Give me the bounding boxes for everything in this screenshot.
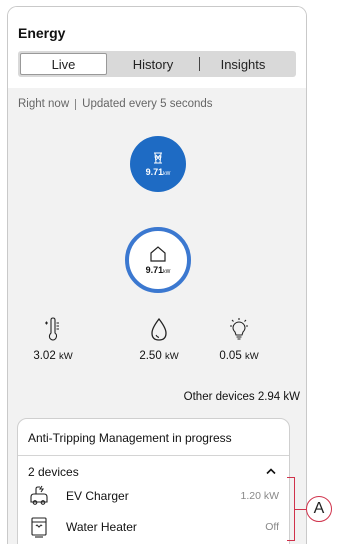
home-value: 9.71kW: [146, 265, 171, 275]
home-icon: [150, 246, 166, 262]
water-heater-icon: [28, 516, 50, 538]
heating-value: 3.02: [33, 350, 56, 362]
header: Energy Live History Insights: [8, 7, 306, 87]
lighting-value: 0.05: [219, 350, 242, 362]
solar-production-node[interactable]: 9.71kW: [130, 136, 186, 192]
status-line: Right now Updated every 5 seconds: [18, 98, 213, 110]
tab-history[interactable]: History: [107, 53, 199, 75]
callout-marker: A: [306, 496, 332, 522]
chevron-up-icon[interactable]: [265, 466, 277, 478]
device-count: 2 devices: [28, 465, 79, 479]
home-value-number: 9.71: [145, 265, 164, 275]
item-reading: Off: [265, 521, 279, 533]
category-lighting[interactable]: 0.05 kW: [204, 316, 274, 362]
home-consumption-node[interactable]: 9.71kW: [125, 227, 191, 293]
anti-tripping-card[interactable]: Anti-Tripping Management in progress 2 d…: [17, 418, 290, 544]
device-count-row[interactable]: 2 devices: [28, 465, 279, 479]
item-name: Water Heater: [66, 520, 137, 534]
list-item-ev-charger[interactable]: EV Charger 1.20 kW: [28, 482, 279, 510]
lighting-reading: 0.05 kW: [219, 350, 258, 362]
list-item-water-heater[interactable]: Water Heater Off: [28, 513, 279, 541]
tab-insights[interactable]: Insights: [200, 53, 286, 75]
item-name: EV Charger: [66, 489, 129, 503]
water-unit: kW: [164, 351, 179, 362]
status-now: Right now: [18, 98, 70, 110]
category-water[interactable]: 2.50 kW: [124, 316, 194, 362]
tab-live[interactable]: Live: [20, 53, 107, 75]
lighting-unit: kW: [244, 351, 259, 362]
card-divider: [18, 455, 289, 456]
status-separator: [75, 98, 77, 110]
heating-unit: kW: [58, 351, 73, 362]
heating-reading: 3.02 kW: [33, 350, 72, 362]
tab-bar: Live History Insights: [18, 51, 296, 77]
lightbulb-icon: [227, 316, 251, 344]
water-reading: 2.50 kW: [139, 350, 178, 362]
status-updated: Updated every 5 seconds: [82, 98, 213, 110]
solar-panel-icon: [154, 152, 162, 164]
atm-title: Anti-Tripping Management in progress: [28, 431, 232, 445]
live-content: Right now Updated every 5 seconds 9.71kW…: [8, 88, 306, 544]
item-reading: 1.20 kW: [240, 490, 279, 502]
solar-value-unit: kW: [163, 171, 171, 177]
water-drop-icon: [148, 316, 170, 344]
solar-value: 9.71kW: [146, 167, 171, 177]
water-value: 2.50: [139, 350, 162, 362]
home-value-unit: kW: [163, 269, 171, 275]
energy-screen: Energy Live History Insights Right now U…: [7, 6, 307, 544]
solar-value-number: 9.71: [145, 167, 164, 177]
thermometer-icon: [43, 316, 63, 344]
page-title: Energy: [18, 25, 66, 41]
ev-charger-icon: [28, 485, 50, 507]
category-heating[interactable]: 3.02 kW: [18, 316, 88, 362]
callout-line: [295, 509, 306, 511]
callout-bracket: [287, 477, 295, 541]
other-devices: Other devices 2.94 kW: [183, 391, 300, 403]
